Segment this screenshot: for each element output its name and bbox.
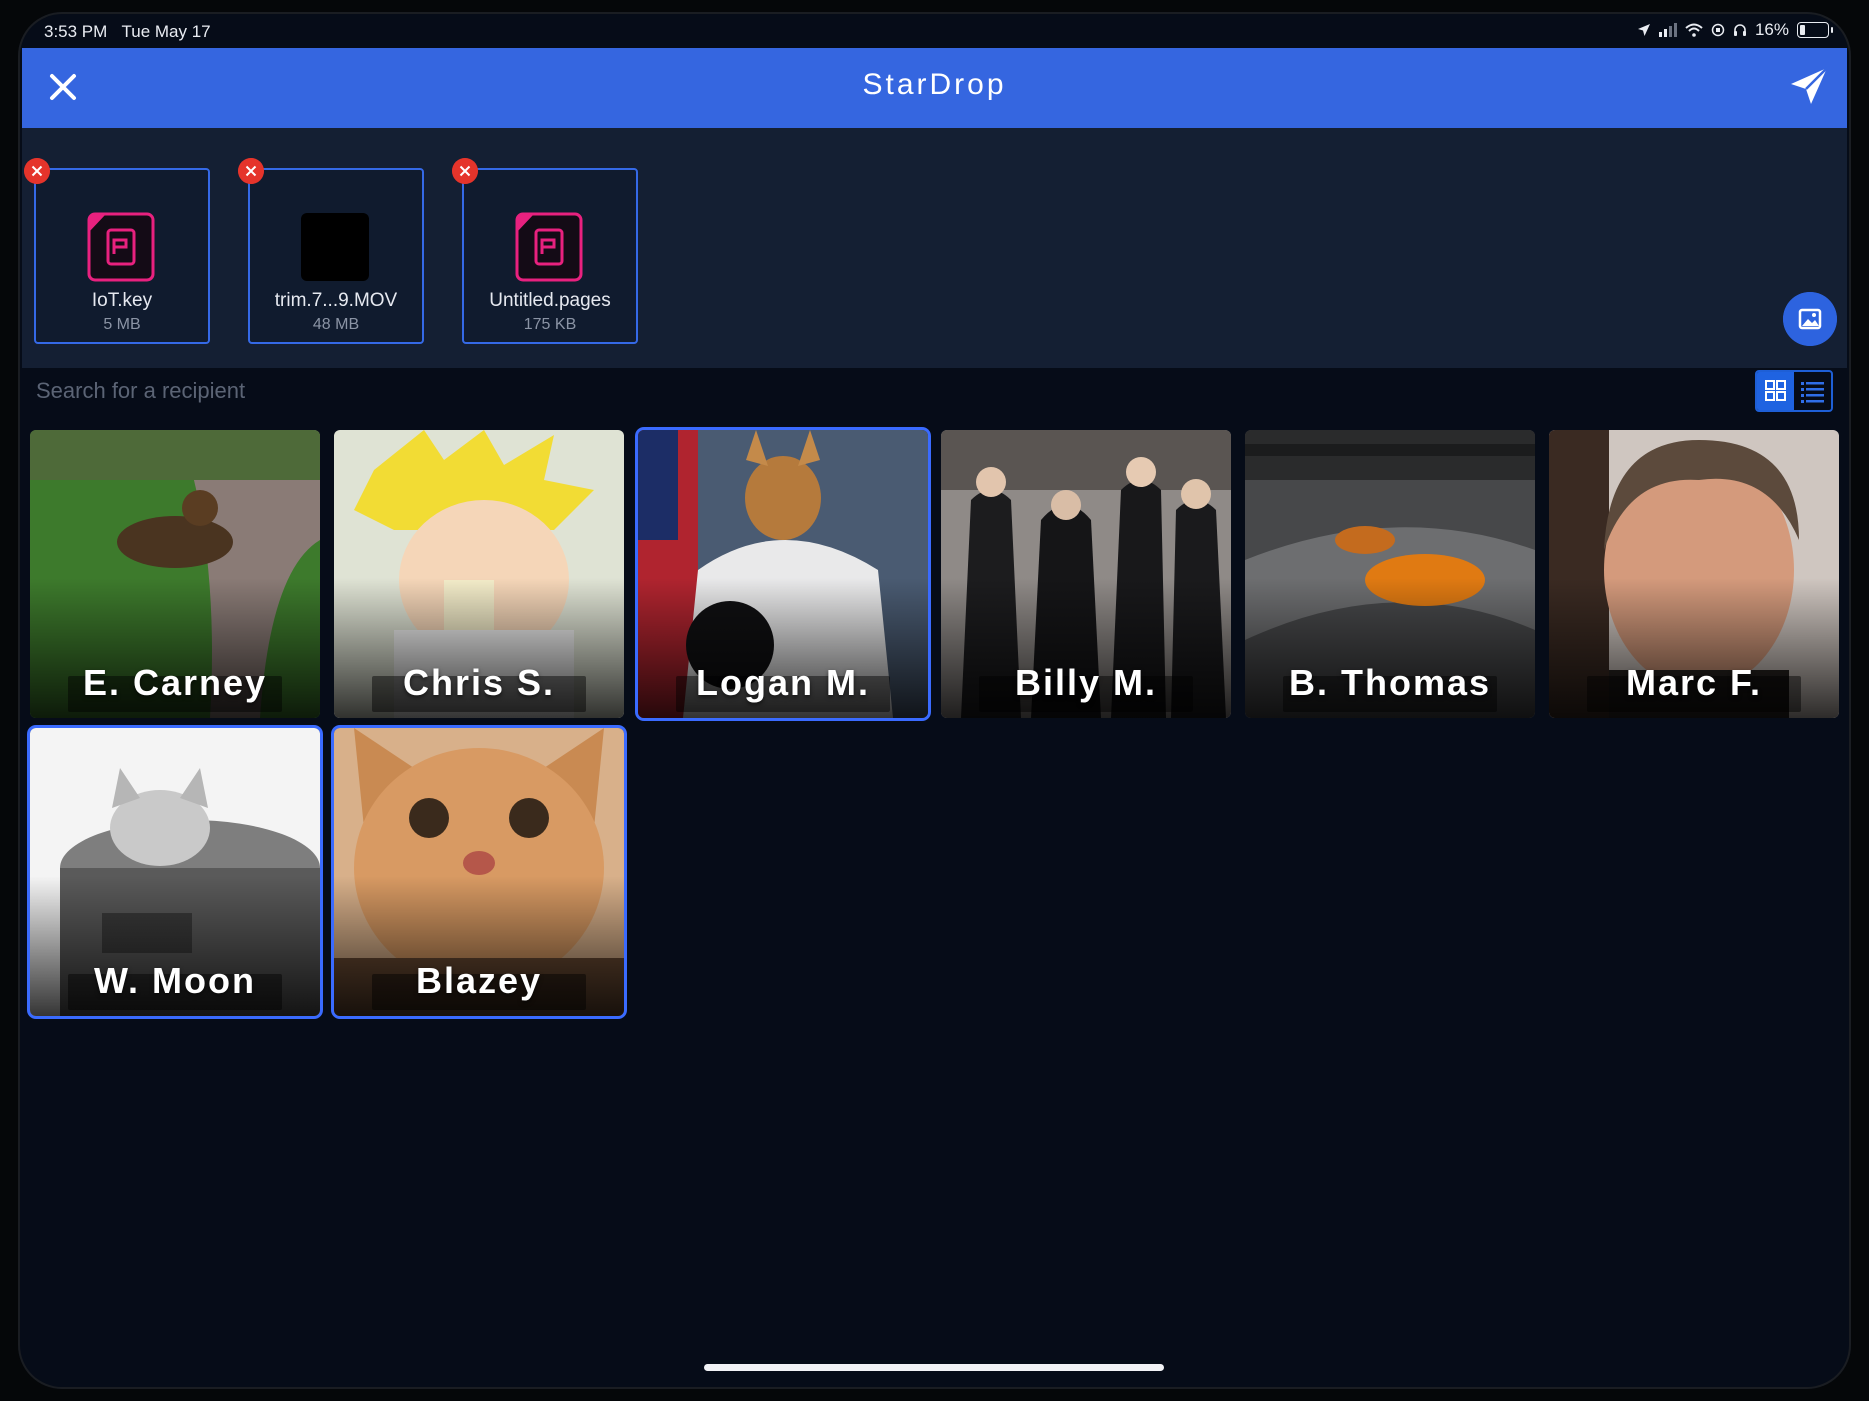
- file-size: 48 MB: [312, 316, 360, 333]
- home-indicator[interactable]: [704, 1364, 1164, 1371]
- file-size: 5 MB: [103, 316, 141, 333]
- headphones-icon: [1733, 24, 1746, 36]
- selected-files-panel: IoT.key 5 MB trim.7...9.MOV 48 MB Untitl…: [22, 128, 1847, 368]
- remove-file-icon[interactable]: [238, 158, 264, 184]
- recipient-name: Logan M.: [696, 662, 870, 703]
- recipient-tile[interactable]: W. Moon: [30, 728, 320, 1016]
- view-toggle: [1755, 370, 1833, 412]
- location-icon: [1637, 24, 1650, 36]
- battery-percent: 16%: [1754, 20, 1789, 39]
- remove-file-icon[interactable]: [24, 158, 50, 184]
- recipient-tile[interactable]: B. Thomas: [1245, 430, 1535, 718]
- file-name: IoT.key: [91, 290, 153, 311]
- status-date: Tue May 17: [121, 22, 211, 41]
- file-size: 175 KB: [523, 316, 577, 333]
- remove-file-icon[interactable]: [452, 158, 478, 184]
- recipient-name: Blazey: [415, 960, 543, 1001]
- send-icon[interactable]: [1785, 62, 1833, 110]
- recipient-name: Billy M.: [1014, 662, 1158, 703]
- app-title: StarDrop: [862, 68, 1007, 101]
- orientation-lock-icon: [1711, 23, 1725, 37]
- file-card[interactable]: IoT.key 5 MB: [24, 158, 210, 344]
- file-card[interactable]: trim.7...9.MOV 48 MB: [238, 158, 424, 344]
- list-view-button[interactable]: [1794, 372, 1831, 410]
- wifi-icon: [1685, 23, 1703, 37]
- recipient-tile[interactable]: Logan M.: [638, 430, 928, 718]
- recipient-tile[interactable]: Chris S.: [334, 430, 624, 718]
- grid-icon: [1765, 380, 1786, 401]
- status-clock: 3:53 PM: [44, 22, 108, 41]
- file-name: Untitled.pages: [489, 290, 611, 311]
- file-name: trim.7...9.MOV: [274, 290, 398, 311]
- recipient-tile[interactable]: E. Carney: [30, 430, 320, 718]
- recipient-tile[interactable]: Marc F.: [1549, 430, 1839, 718]
- recipient-name: Chris S.: [402, 662, 556, 703]
- top-navbar: StarDrop: [22, 48, 1847, 128]
- status-time: 3:53 PM Tue May 17: [44, 22, 211, 42]
- document-icon: [515, 212, 583, 282]
- signal-icon: [1658, 23, 1677, 37]
- recipient-tile[interactable]: Billy M.: [941, 430, 1231, 718]
- battery-icon: [1797, 22, 1833, 38]
- battery-fill: [1800, 25, 1805, 35]
- ipad-screen: 3:53 PM Tue May 17 16% StarDrop IoT.key …: [18, 12, 1851, 1389]
- recipient-name: W. Moon: [94, 960, 256, 1001]
- recipient-tile[interactable]: Blazey: [334, 728, 624, 1016]
- grid-view-button[interactable]: [1757, 372, 1794, 410]
- status-bar: 3:53 PM Tue May 17 16%: [18, 12, 1851, 50]
- recipient-search-input[interactable]: Search for a recipient: [36, 378, 245, 404]
- status-icons: 16%: [1637, 20, 1833, 40]
- recipient-name: Marc F.: [1625, 662, 1763, 703]
- recipient-name: E. Carney: [82, 662, 268, 703]
- list-icon: [1801, 382, 1824, 403]
- recipient-name: B. Thomas: [1288, 662, 1492, 703]
- photo-gallery-button[interactable]: [1783, 292, 1837, 346]
- file-card[interactable]: Untitled.pages 175 KB: [452, 158, 638, 344]
- document-icon: [87, 212, 155, 282]
- video-thumbnail: [301, 213, 369, 281]
